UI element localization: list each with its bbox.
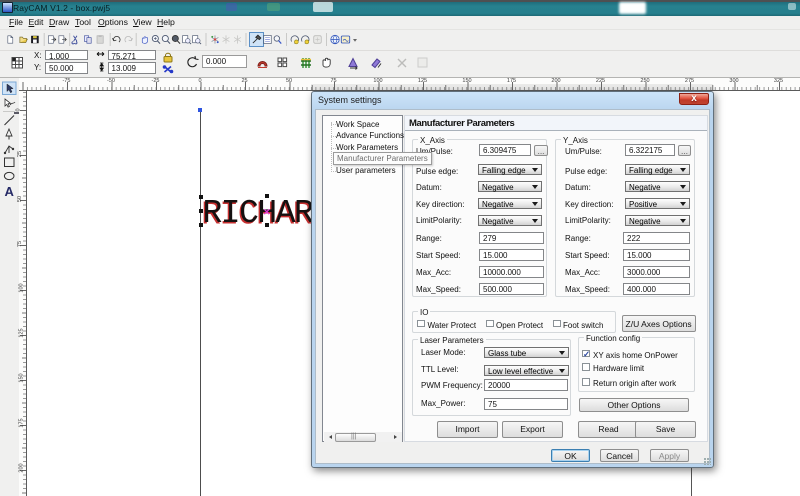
svg-text:A: A	[5, 184, 15, 199]
